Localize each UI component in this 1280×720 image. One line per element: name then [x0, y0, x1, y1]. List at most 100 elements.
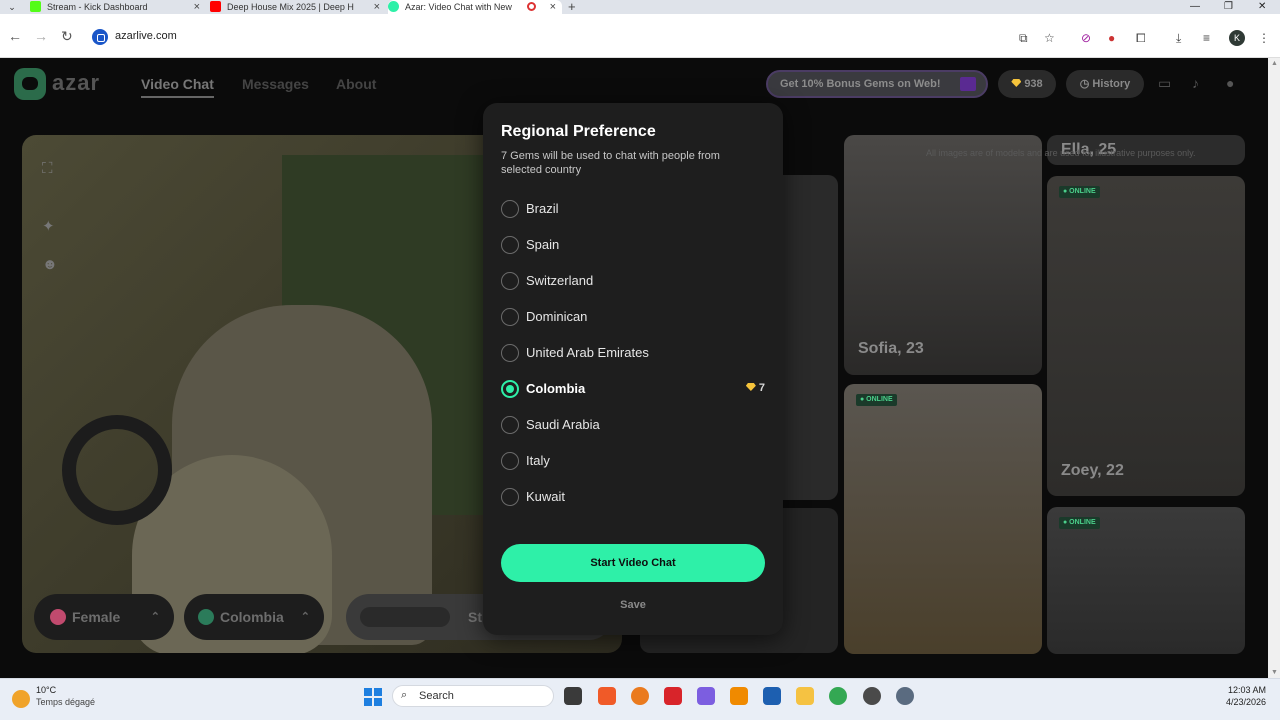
fullscreen-icon[interactable]: ⛶ — [42, 160, 53, 177]
close-tab-icon[interactable]: × — [550, 0, 556, 14]
gender-filter-button[interactable]: Female ⌃ — [34, 594, 174, 640]
obs-icon[interactable] — [863, 687, 881, 705]
headphones — [62, 415, 172, 525]
store-icon[interactable]: ▭ — [1158, 75, 1171, 92]
country-option-colombia[interactable]: Colombia 7 — [501, 377, 765, 401]
scroll-down-icon[interactable]: ▼ — [1271, 669, 1278, 676]
weather-description: Temps dégagé — [36, 697, 96, 707]
blocker-extension-icon[interactable]: ⊘ — [1081, 31, 1091, 45]
country-option-uae[interactable]: United Arab Emirates — [501, 341, 765, 365]
tab-azar[interactable]: Azar: Video Chat with New × — [388, 0, 562, 14]
history-button[interactable]: ◷ History — [1066, 70, 1144, 98]
game-controller-icon[interactable] — [697, 687, 715, 705]
close-window-icon[interactable]: ✕ — [1258, 0, 1266, 14]
country-filter-button[interactable]: Colombia ⌃ — [184, 594, 324, 640]
bookmark-star-icon[interactable]: ☆ — [1044, 31, 1055, 45]
country-option-kuwait[interactable]: Kuwait — [501, 485, 765, 509]
settings-gear-icon[interactable] — [896, 687, 914, 705]
back-icon[interactable]: ← — [8, 28, 22, 44]
profile-card-online[interactable]: ● ONLINE — [1047, 507, 1245, 654]
file-explorer-icon[interactable] — [796, 687, 814, 705]
microsoft-store-icon[interactable] — [763, 687, 781, 705]
tab-kick-dashboard[interactable]: Stream - Kick Dashboard × — [30, 0, 206, 14]
profile-card-sofia[interactable]: Sofia, 23 — [844, 135, 1042, 375]
notification-bell-icon[interactable]: ♪ — [1192, 75, 1199, 91]
windows-start-icon[interactable] — [364, 688, 382, 706]
country-name: Colombia — [526, 381, 586, 396]
extensions-puzzle-icon[interactable]: ⧠ — [1136, 31, 1146, 46]
profile-card-online[interactable]: ● ONLINE — [844, 384, 1042, 654]
nav-messages[interactable]: Messages — [242, 76, 309, 92]
nav-about[interactable]: About — [336, 76, 376, 92]
address-toolbar: ← → ↻ azarlive.com ⧉ ☆ ⊘ ● ⧠ ⤓ ≡ K ⋮ — [0, 14, 1280, 58]
brave-browser-icon[interactable] — [598, 687, 616, 705]
save-button[interactable]: Save — [483, 599, 783, 611]
online-badge: ● ONLINE — [1059, 517, 1100, 529]
taskbar-time[interactable]: 12:03 AM — [1228, 685, 1266, 695]
disclaimer-text: All images are of models and are used fo… — [926, 148, 1196, 158]
magic-wand-icon[interactable]: ✦ — [42, 217, 55, 235]
bonus-gems-promo-button[interactable]: Get 10% Bonus Gems on Web! — [766, 70, 988, 98]
extension-badge-icon[interactable]: ● — [1108, 31, 1115, 45]
blender-icon[interactable] — [631, 687, 649, 705]
taskbar-search-box[interactable]: ⌕ Search — [392, 685, 554, 707]
start-video-chat-button[interactable]: Start Video Chat — [501, 544, 765, 582]
scroll-up-icon[interactable]: ▲ — [1271, 60, 1278, 67]
sticker-face-icon[interactable]: ☻ — [42, 256, 58, 273]
close-tab-icon[interactable]: × — [374, 0, 380, 14]
gems-balance-button[interactable]: 938 — [998, 70, 1056, 98]
radio-button[interactable] — [501, 200, 519, 218]
country-option-dominican[interactable]: Dominican — [501, 305, 765, 329]
menu-kebab-icon[interactable]: ⋮ — [1258, 31, 1270, 45]
country-option-italy[interactable]: Italy — [501, 449, 765, 473]
radio-button[interactable] — [501, 488, 519, 506]
site-info-icon[interactable] — [92, 29, 108, 45]
nav-video-chat[interactable]: Video Chat — [141, 76, 214, 98]
radio-button[interactable] — [501, 308, 519, 326]
country-option-spain[interactable]: Spain — [501, 233, 765, 257]
country-option-saudi-arabia[interactable]: Saudi Arabia — [501, 413, 765, 437]
country-option-brazil[interactable]: Brazil — [501, 197, 765, 221]
radio-button[interactable] — [501, 452, 519, 470]
taskbar-date[interactable]: 4/23/2026 — [1226, 697, 1266, 707]
cast-icon[interactable]: ⧉ — [1019, 31, 1028, 46]
weather-temperature: 10°C — [36, 685, 57, 695]
modal-subtitle: 7 Gems will be used to chat with people … — [501, 150, 720, 176]
forward-icon[interactable]: → — [34, 28, 48, 44]
radio-button[interactable] — [501, 236, 519, 254]
chevron-up-icon: ⌃ — [300, 611, 310, 623]
media-control-icon[interactable]: ≡ — [1203, 31, 1210, 45]
restore-icon[interactable]: ❐ — [1224, 0, 1233, 14]
promo-label: Get 10% Bonus Gems on Web! — [780, 78, 941, 90]
female-icon — [50, 609, 66, 625]
tab-deep-house-mix[interactable]: Deep House Mix 2025 | Deep H × — [210, 0, 386, 14]
radio-button[interactable] — [501, 272, 519, 290]
vlc-icon[interactable] — [730, 687, 748, 705]
page-scrollbar[interactable]: ▲ ▼ — [1268, 58, 1280, 678]
reload-icon[interactable]: ↻ — [61, 28, 73, 45]
download-icon[interactable]: ⤓ — [1176, 31, 1181, 46]
chrome-icon[interactable] — [829, 687, 847, 705]
radio-button[interactable] — [501, 416, 519, 434]
omnibox[interactable]: azarlive.com — [88, 23, 1068, 51]
gem-cost: 7 — [745, 382, 765, 394]
country-name: Saudi Arabia — [526, 417, 600, 432]
radio-button-selected[interactable] — [501, 380, 519, 398]
user-avatar-icon[interactable]: ● — [1226, 75, 1234, 91]
app-l-icon[interactable] — [664, 687, 682, 705]
regional-preference-modal: Regional Preference 7 Gems will be used … — [483, 103, 783, 635]
task-view-icon[interactable] — [564, 687, 582, 705]
radio-button[interactable] — [501, 344, 519, 362]
new-tab-button[interactable]: + — [568, 0, 576, 14]
azar-logo-icon[interactable] — [14, 68, 46, 100]
country-option-switzerland[interactable]: Switzerland — [501, 269, 765, 293]
profile-name-age: Zoey, 22 — [1061, 462, 1124, 479]
profile-avatar[interactable]: K — [1229, 30, 1245, 46]
weather-moon-icon[interactable] — [12, 690, 30, 708]
tab-search-chevron-icon[interactable]: ⌄ — [4, 0, 20, 14]
minimize-icon[interactable]: — — [1190, 0, 1200, 14]
close-tab-icon[interactable]: × — [194, 0, 200, 14]
gift-icon — [960, 77, 976, 91]
search-icon: ⌕ — [401, 689, 408, 701]
profile-card-zoey[interactable]: ● ONLINE Zoey, 22 — [1047, 176, 1245, 496]
